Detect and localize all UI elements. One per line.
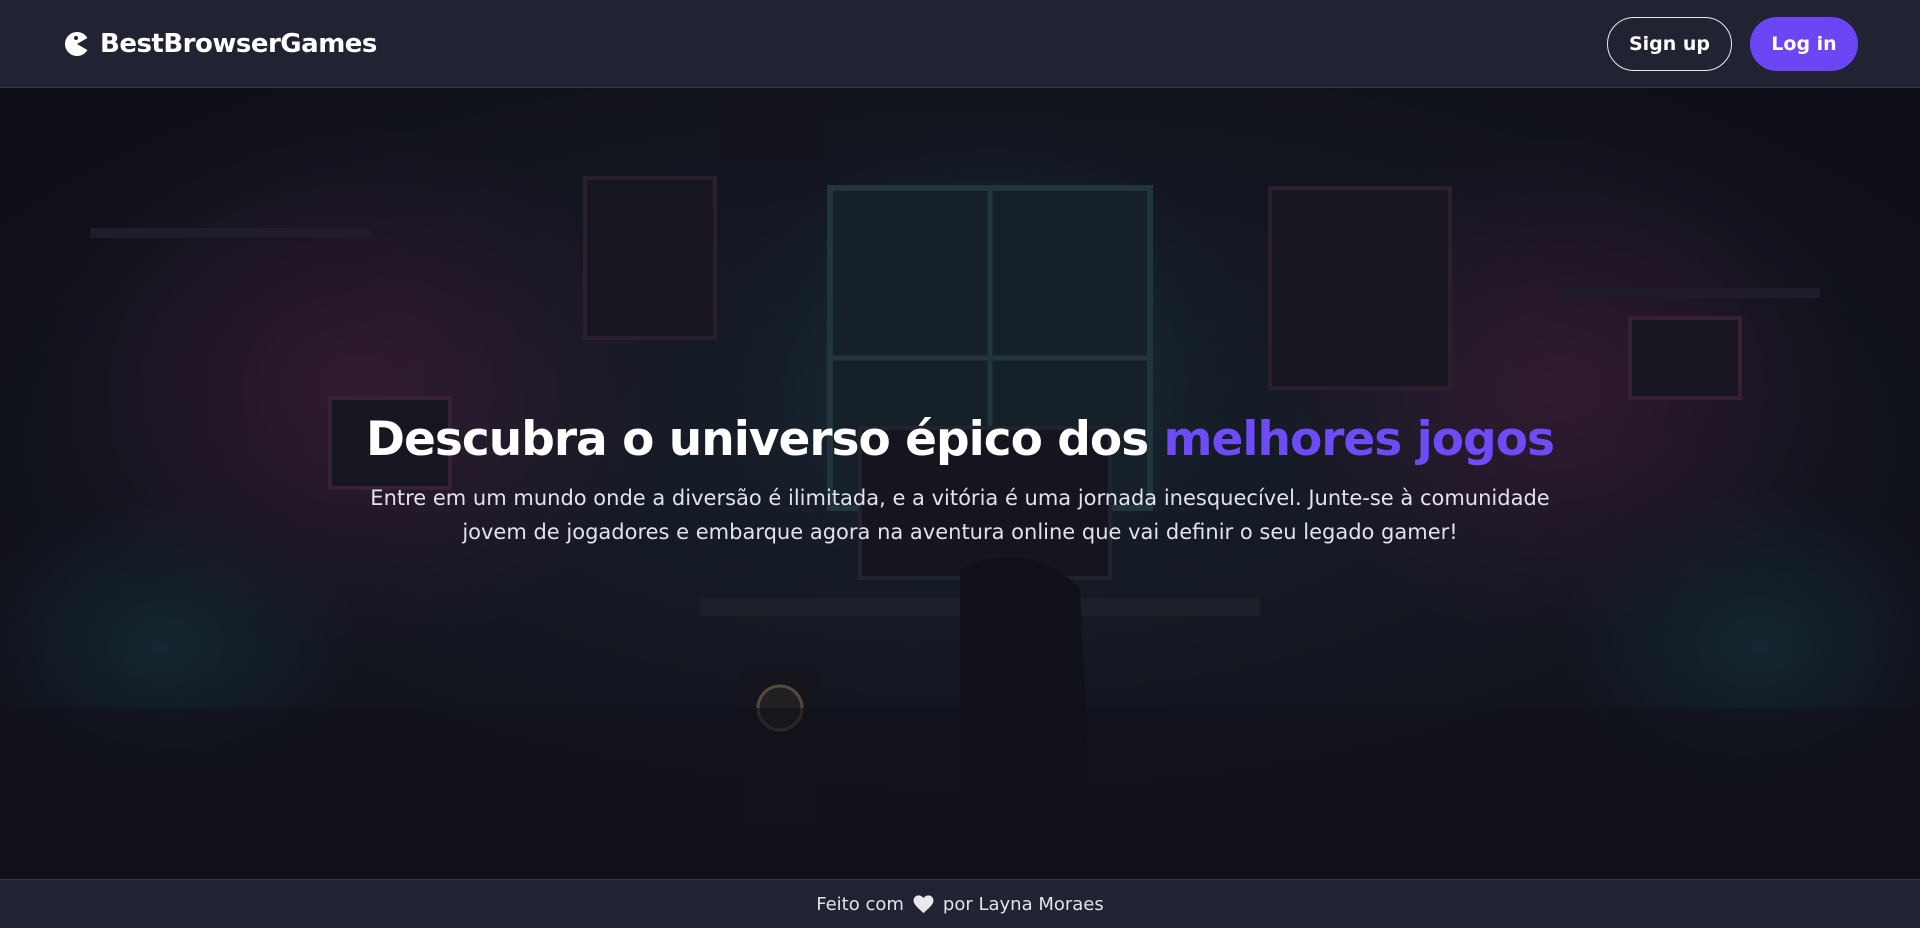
hero-content: Descubra o universo épico dos melhores j… <box>0 88 1920 879</box>
nav-actions: Sign up Log in <box>1607 16 1858 71</box>
brand-link[interactable]: BestBrowserGames <box>64 29 377 59</box>
hero-title-accent: melhores jogos <box>1163 412 1555 467</box>
hero-title: Descubra o universo épico dos melhores j… <box>366 412 1555 467</box>
pacman-icon <box>65 31 88 56</box>
hero-title-main: Descubra o universo épico dos <box>366 412 1164 467</box>
login-button[interactable]: Log in <box>1750 16 1858 71</box>
footer: Feito com por Layna Moraes <box>0 879 1920 928</box>
navbar: BestBrowserGames Sign up Log in <box>0 0 1920 88</box>
hero-section: Descubra o universo épico dos melhores j… <box>0 88 1920 879</box>
signup-button[interactable]: Sign up <box>1607 16 1732 71</box>
footer-suffix: por Layna Moraes <box>942 893 1104 915</box>
heart-icon <box>913 894 934 913</box>
footer-prefix: Feito com <box>816 893 904 915</box>
brand-name: BestBrowserGames <box>100 28 377 59</box>
hero-subtitle: Entre em um mundo onde a diversão é ilim… <box>370 486 1550 545</box>
